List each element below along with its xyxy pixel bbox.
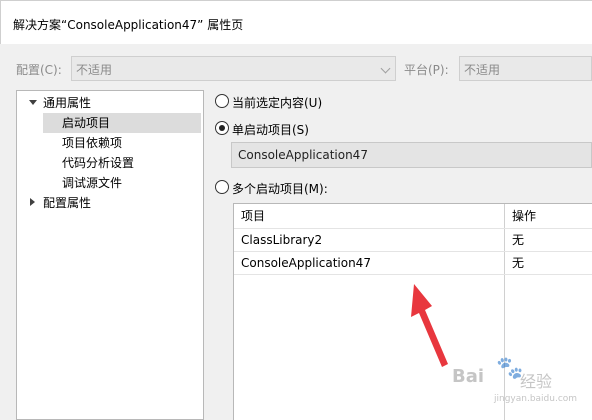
tree-item-label: 项目依赖项: [62, 136, 123, 150]
tree-item-startup-project[interactable]: 启动项目: [43, 113, 201, 133]
platform-value: 不适用: [464, 63, 501, 77]
tree-item-label: 代码分析设置: [62, 156, 135, 170]
tree-node-common-properties[interactable]: 通用属性: [17, 93, 203, 113]
tree-item-code-analysis[interactable]: 代码分析设置: [43, 153, 201, 173]
config-label: 配置(C):: [16, 63, 62, 77]
radio-single-startup[interactable]: [215, 121, 229, 135]
window-title: 解决方案“ConsoleApplication47” 属性页: [13, 18, 244, 32]
tree-item-debug-source-files[interactable]: 调试源文件: [43, 173, 201, 193]
row-divider: [234, 274, 592, 275]
column-header-project[interactable]: 项目: [234, 204, 265, 228]
project-cell: ClassLibrary2: [241, 233, 323, 247]
column-header-action[interactable]: 操作: [505, 204, 536, 228]
tree-item-label: 调试源文件: [62, 176, 123, 190]
chevron-down-icon: [380, 63, 391, 74]
action-cell[interactable]: 无: [505, 229, 524, 251]
config-dropdown[interactable]: 不适用: [71, 56, 396, 81]
platform-label: 平台(P):: [404, 63, 449, 77]
red-arrow-annotation: [411, 284, 448, 367]
radio-current-selection[interactable]: [215, 94, 229, 108]
project-cell: ConsoleApplication47: [241, 256, 371, 270]
tree-node-label: 通用属性: [43, 96, 92, 110]
tree-item-label: 启动项目: [62, 116, 111, 130]
title-bar: 解决方案“ConsoleApplication47” 属性页: [0, 0, 592, 44]
collapse-icon: [30, 198, 35, 206]
config-value: 不适用: [76, 63, 113, 77]
expand-icon: [29, 100, 37, 105]
single-startup-dropdown[interactable]: ConsoleApplication47: [231, 142, 592, 168]
arrow-shape: [411, 284, 448, 367]
tree-node-configuration-properties[interactable]: 配置属性: [17, 193, 203, 213]
tree-node-label: 配置属性: [43, 196, 92, 210]
action-cell[interactable]: 无: [505, 252, 524, 274]
watermark-url: jingyan.baidu.com: [494, 394, 578, 404]
tree-item-project-dependencies[interactable]: 项目依赖项: [43, 133, 201, 153]
radio-current-selection-label: 当前选定内容(U): [232, 96, 323, 110]
radio-multiple-startup-label: 多个启动项目(M):: [232, 182, 328, 196]
watermark-logo-text: Bai: [452, 366, 485, 387]
watermark-subtitle: 经验: [520, 372, 553, 391]
settings-tree: 通用属性 启动项目 项目依赖项 代码分析设置 调试源文件 配置属性: [16, 90, 204, 420]
baidu-watermark: Bai 🐾 经验 jingyan.baidu.com: [452, 356, 592, 416]
single-startup-value: ConsoleApplication47: [238, 148, 368, 162]
radio-multiple-startup[interactable]: [215, 180, 229, 194]
radio-single-startup-label: 单启动项目(S): [232, 123, 309, 137]
platform-dropdown[interactable]: 不适用: [459, 56, 592, 81]
